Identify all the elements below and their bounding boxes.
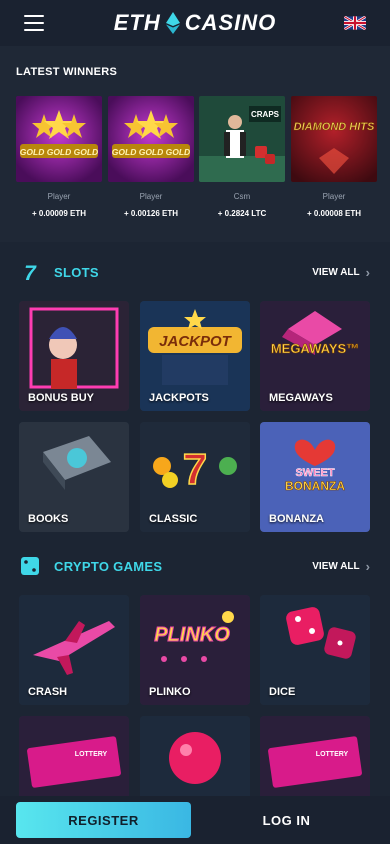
hamburger-menu-icon[interactable] [24, 15, 44, 31]
category-card-books[interactable]: BOOKS [19, 422, 129, 532]
dice-icon [18, 554, 42, 578]
slots-view-all-link[interactable]: VIEW ALL › [312, 265, 370, 280]
crypto-games-title: CRYPTO GAMES [54, 558, 163, 574]
card-label: CRASH [28, 686, 68, 698]
winner-amount: + 0.00008 ETH [306, 209, 362, 218]
winner-item[interactable]: DIAMOND HITS Player + 0.00008 ETH [291, 96, 377, 218]
slots-title: SLOTS [54, 264, 99, 280]
crypto-games-section-header: CRYPTO GAMES VIEW ALL › [0, 551, 390, 581]
winner-item[interactable]: CRAPS Csm + 0.2824 LTC [199, 96, 285, 218]
winner-username: Csm [233, 192, 251, 201]
site-logo[interactable]: ETH CASINO [114, 10, 277, 36]
card-label: PLINKO [149, 686, 191, 698]
category-card-bonus-buy[interactable]: BONUS BUY [19, 301, 129, 411]
winner-amount: + 0.00126 ETH [123, 209, 179, 218]
svg-text:7: 7 [24, 262, 37, 283]
card-label: BOOKS [28, 513, 69, 525]
category-card-jackpots[interactable]: JACKPOT JACKPOTS [140, 301, 250, 411]
card-label: JACKPOTS [149, 392, 209, 404]
svg-text:7: 7 [183, 445, 207, 494]
logo-eth-text: ETH [113, 10, 161, 35]
ethereum-diamond-icon [165, 12, 180, 34]
bonanza-art-text-1: SWEET [295, 467, 334, 479]
logo-casino-text: CASINO [184, 10, 277, 35]
card-label: CLASSIC [149, 513, 198, 525]
view-all-label: VIEW ALL [312, 266, 360, 278]
winner-game-title: DIAMOND HITS [294, 121, 375, 133]
register-button[interactable]: REGISTER [16, 802, 191, 838]
winner-username: Player [47, 192, 71, 201]
winner-amount: + 0.00009 ETH [31, 209, 87, 218]
slots-section-header: 7 SLOTS VIEW ALL › [0, 257, 390, 287]
latest-winners-title: LATEST WINNERS [16, 66, 118, 78]
category-card-classic[interactable]: 7 CLASSIC [140, 422, 250, 532]
chevron-right-icon: › [365, 264, 370, 280]
login-button[interactable]: LOG IN [199, 802, 374, 838]
winner-game-thumbnail[interactable]: CRAPS [199, 96, 285, 182]
megaways-art-text: MEGAWAYS™ [271, 341, 359, 356]
jackpot-art-text: JACKPOT [159, 333, 233, 350]
crypto-card-plinko[interactable]: PLINKO PLINKO [140, 595, 250, 705]
card-label: BONUS BUY [28, 392, 95, 404]
card-label: BONANZA [269, 513, 324, 525]
card-label: DICE [269, 686, 296, 698]
winner-amount: + 0.2824 LTC [217, 209, 267, 218]
uk-flag-icon[interactable] [344, 16, 366, 30]
winner-item[interactable]: GOLD GOLD GOLD Player + 0.00126 ETH [108, 96, 194, 218]
winner-game-thumbnail[interactable]: GOLD GOLD GOLD [16, 96, 102, 182]
plinko-art-text: PLINKO [154, 624, 230, 646]
winner-game-thumbnail[interactable]: GOLD GOLD GOLD [108, 96, 194, 182]
winner-item[interactable]: GOLD GOLD GOLD Player + 0.00009 ETH [16, 96, 102, 218]
chevron-right-icon: › [365, 558, 370, 574]
card-label: MEGAWAYS [269, 392, 333, 404]
category-card-megaways[interactable]: MEGAWAYS™ MEGAWAYS [260, 301, 370, 411]
winner-game-title: GOLD GOLD GOLD [20, 147, 98, 157]
bonanza-art-text-2: BONANZA [285, 479, 345, 493]
crypto-view-all-link[interactable]: VIEW ALL › [312, 559, 370, 574]
winner-username: Player [139, 192, 163, 201]
winner-username: Player [322, 192, 346, 201]
winner-game-title: CRAPS [251, 110, 280, 119]
crypto-card-dice[interactable]: DICE [260, 595, 370, 705]
lottery-art-text: LOTTERY [75, 751, 108, 758]
category-card-bonanza[interactable]: SWEET BONANZA BONANZA [260, 422, 370, 532]
winner-game-thumbnail[interactable]: DIAMOND HITS [291, 96, 377, 182]
seven-icon: 7 [18, 260, 42, 284]
auth-bottom-bar: REGISTER LOG IN [0, 796, 390, 844]
lottery-art-text: LOTTERY [316, 751, 349, 758]
latest-winners-section: LATEST WINNERS GOLD GOLD GOLD Player + 0… [0, 46, 390, 242]
app-header: ETH CASINO [0, 0, 390, 46]
crypto-card-crash[interactable]: CRASH [19, 595, 129, 705]
view-all-label: VIEW ALL [312, 560, 360, 572]
winner-game-title: GOLD GOLD GOLD [112, 147, 190, 157]
